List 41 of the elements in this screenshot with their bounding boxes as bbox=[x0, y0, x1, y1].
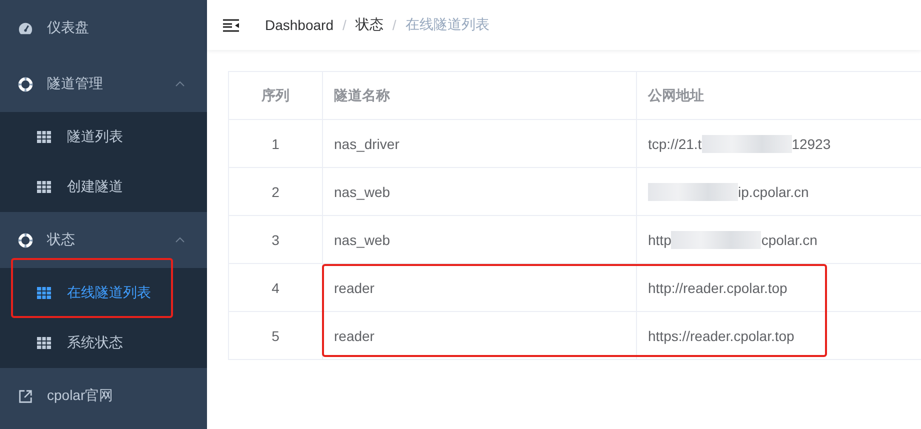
table-cell: nas_web bbox=[322, 216, 636, 264]
submenu-item[interactable]: 隧道列表 bbox=[0, 112, 207, 162]
table-cell: nas_driver bbox=[322, 120, 636, 168]
menu-item[interactable]: 状态 bbox=[0, 212, 207, 268]
address-text: ip.cpolar.cn bbox=[738, 184, 809, 200]
table-cell: 4 bbox=[228, 264, 322, 312]
address-text: 12923 bbox=[792, 136, 831, 152]
submenu-item[interactable]: 创建隧道 bbox=[0, 162, 207, 212]
grid-icon bbox=[37, 337, 51, 349]
external-link-icon bbox=[18, 388, 33, 404]
column-header: 序列 bbox=[228, 72, 322, 120]
lifebuoy-icon bbox=[18, 76, 33, 92]
grid-icon bbox=[37, 131, 51, 143]
menu-item[interactable]: 仪表盘 bbox=[0, 0, 207, 56]
table-cell: 3 bbox=[228, 216, 322, 264]
column-header: 公网地址 bbox=[636, 72, 921, 120]
menu-item[interactable]: cpolar官网 bbox=[0, 368, 207, 424]
submenu-item[interactable]: 在线隧道列表 bbox=[0, 268, 207, 318]
column-header: 隧道名称 bbox=[322, 72, 636, 120]
table-cell: reader bbox=[322, 264, 636, 312]
grid-icon bbox=[37, 181, 51, 193]
submenu-item[interactable]: 系统状态 bbox=[0, 318, 207, 368]
table-cell: 2 bbox=[228, 168, 322, 216]
address-text: cpolar.cn bbox=[761, 232, 818, 248]
breadcrumb-separator: / bbox=[342, 17, 346, 33]
table-cell: nas_web bbox=[322, 168, 636, 216]
menu-fold-icon[interactable] bbox=[223, 18, 239, 32]
address-text: https://reader.cpolar.top bbox=[648, 328, 794, 344]
table-cell: 1 bbox=[228, 120, 322, 168]
breadcrumb-separator: / bbox=[392, 17, 396, 33]
breadcrumb-link[interactable]: Dashboard bbox=[265, 17, 334, 33]
address-text: http://reader.cpolar.top bbox=[648, 280, 788, 296]
menu-item[interactable]: 隧道管理 bbox=[0, 56, 207, 112]
address-text: http bbox=[648, 232, 672, 248]
table-cell: reader bbox=[322, 312, 636, 360]
lifebuoy-icon bbox=[18, 232, 33, 248]
address-text: tcp://21.t bbox=[648, 136, 702, 152]
breadcrumb-link[interactable]: 状态 bbox=[355, 16, 384, 34]
grid-icon bbox=[37, 287, 51, 299]
gauge-icon bbox=[18, 20, 33, 36]
table-cell: 5 bbox=[228, 312, 322, 360]
